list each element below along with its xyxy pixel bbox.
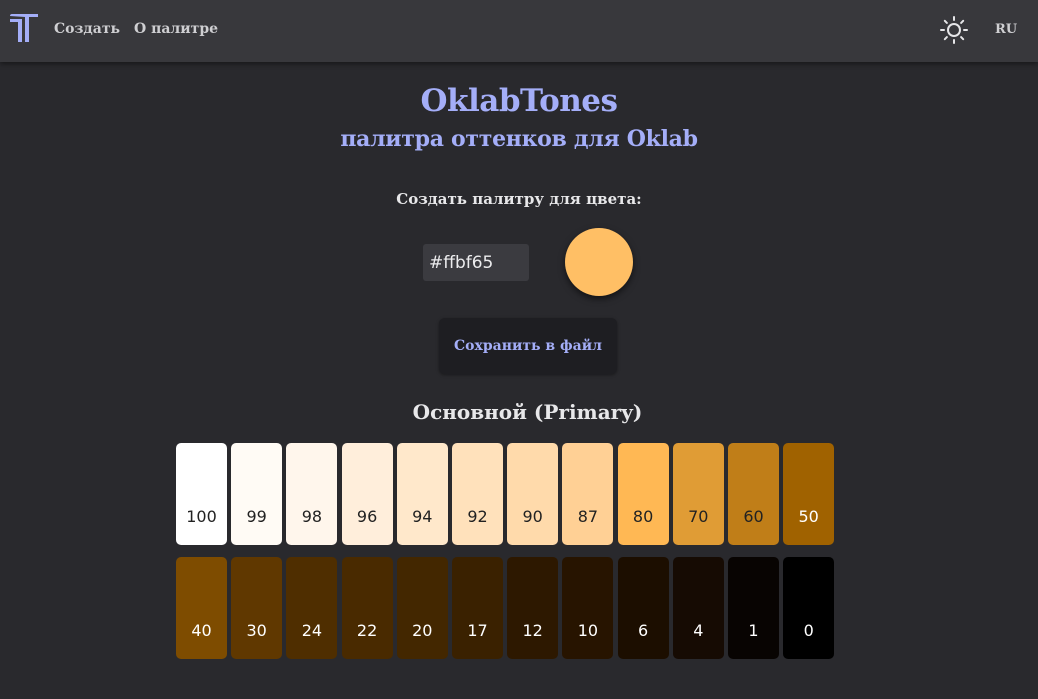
tone-label: 90	[522, 507, 543, 526]
tone-swatch-24[interactable]: 24	[286, 557, 338, 659]
tone-label: 99	[246, 507, 267, 526]
page-subtitle: палитра оттенков для Oklab	[340, 126, 698, 152]
language-switcher[interactable]: RU	[995, 22, 1017, 37]
tone-swatch-94[interactable]: 94	[396, 443, 448, 545]
tone-label: 80	[632, 507, 654, 526]
tone-label: 40	[191, 621, 212, 640]
tone-swatch-50[interactable]: 50	[783, 443, 835, 545]
tone-label: 100	[186, 507, 217, 526]
tone-label: 87	[577, 507, 599, 526]
tone-swatch-6[interactable]: 6	[617, 557, 669, 659]
color-preview-swatch[interactable]	[565, 228, 633, 296]
tone-label: 4	[693, 621, 704, 640]
tone-label: 17	[467, 621, 488, 640]
tone-swatch-22[interactable]: 22	[341, 557, 393, 659]
tone-swatch-40[interactable]: 40	[176, 557, 227, 659]
tone-label: 98	[301, 507, 323, 526]
save-to-file-button[interactable]: Сохранить в файл	[439, 318, 617, 374]
tone-swatch-100[interactable]: 100	[176, 443, 227, 545]
palette-section-title: Основной (Primary)	[412, 400, 643, 424]
tone-label: 12	[522, 621, 543, 640]
tone-label: 96	[356, 507, 378, 526]
tone-swatch-4[interactable]: 4	[672, 557, 724, 659]
tone-label: 60	[743, 507, 764, 526]
tone-label: 70	[688, 507, 709, 526]
tone-swatch-30[interactable]: 30	[231, 557, 283, 659]
tone-label: 92	[467, 507, 488, 526]
tone-label: 1	[748, 621, 759, 640]
nav-about-link[interactable]: О палитре	[134, 21, 218, 37]
tone-swatch-87[interactable]: 87	[562, 443, 614, 545]
tone-label: 24	[301, 621, 323, 640]
tone-swatch-80[interactable]: 80	[617, 443, 669, 545]
tone-label: 94	[412, 507, 433, 526]
page-title: OklabTones	[420, 83, 618, 119]
tone-swatch-99[interactable]: 99	[231, 443, 283, 545]
tone-label: 10	[577, 621, 599, 640]
tone-label: 0	[803, 621, 814, 640]
tone-swatch-0[interactable]: 0	[783, 557, 835, 659]
top-navigation-bar: Создать О палитре RU	[0, 0, 1038, 62]
tone-label: 22	[356, 621, 378, 640]
nav-create-link[interactable]: Создать	[54, 21, 120, 37]
tone-swatch-17[interactable]: 17	[452, 557, 503, 659]
color-prompt-label: Создать палитру для цвета:	[396, 190, 642, 208]
tone-swatch-96[interactable]: 96	[341, 443, 393, 545]
tone-label: 20	[412, 621, 433, 640]
color-hex-input[interactable]	[423, 244, 529, 281]
tone-swatch-10[interactable]: 10	[562, 557, 614, 659]
tone-swatch-90[interactable]: 90	[507, 443, 559, 545]
logo-icon[interactable]	[9, 13, 39, 43]
tone-swatch-12[interactable]: 12	[507, 557, 559, 659]
tone-swatch-20[interactable]: 20	[396, 557, 448, 659]
tone-label: 30	[246, 621, 267, 640]
tone-swatch-1[interactable]: 1	[728, 557, 779, 659]
tone-swatch-92[interactable]: 92	[452, 443, 503, 545]
tone-label: 6	[638, 621, 649, 640]
sun-icon[interactable]	[939, 15, 969, 45]
tone-swatch-60[interactable]: 60	[728, 443, 779, 545]
tone-label: 50	[798, 507, 819, 526]
tone-swatch-98[interactable]: 98	[286, 443, 338, 545]
tone-swatch-70[interactable]: 70	[672, 443, 724, 545]
